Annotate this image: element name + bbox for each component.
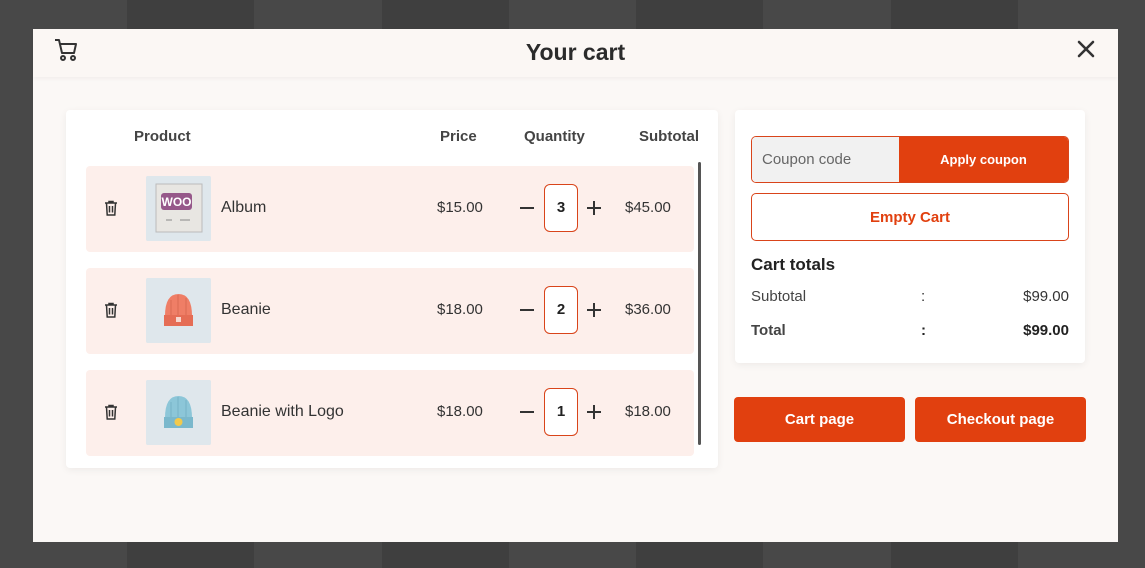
quantity-field[interactable]: 1 <box>544 388 578 436</box>
subtotal-row: Subtotal : $99.00 <box>751 288 1069 308</box>
product-name[interactable]: Album <box>221 199 266 217</box>
row-subtotal: $36.00 <box>625 301 671 318</box>
total-row: Total : $99.00 <box>751 322 1069 342</box>
table-scrollbar[interactable] <box>698 162 701 445</box>
coupon-input[interactable] <box>752 137 899 182</box>
plus-icon[interactable] <box>586 300 602 320</box>
cart-totals-panel: Apply coupon Empty Cart Cart totals Subt… <box>735 110 1085 363</box>
modal-title: Your cart <box>525 39 626 65</box>
header-quantity: Quantity <box>524 128 585 145</box>
coupon-form: Apply coupon <box>751 136 1069 183</box>
beanie-logo-thumbnail <box>146 380 211 445</box>
total-label: Total <box>751 322 786 339</box>
apply-coupon-button[interactable]: Apply coupon <box>899 137 1068 182</box>
cart-rows: WOO Album $15.00 3 $45.00 Beanie $18.00 … <box>86 166 694 468</box>
product-price: $15.00 <box>437 199 483 216</box>
total-value: $99.00 <box>1023 322 1069 339</box>
subtotal-separator: : <box>921 288 926 305</box>
trash-icon[interactable] <box>104 200 118 216</box>
beanie-thumbnail <box>146 278 211 343</box>
trash-icon[interactable] <box>104 302 118 318</box>
plus-icon[interactable] <box>586 198 602 218</box>
cart-modal: Your cart Product Price Quantity Subtota… <box>33 29 1118 542</box>
checkout-page-button[interactable]: Checkout page <box>915 397 1086 442</box>
cart-page-button[interactable]: Cart page <box>734 397 905 442</box>
close-icon[interactable] <box>1076 39 1096 59</box>
header-product: Product <box>134 128 191 145</box>
product-price: $18.00 <box>437 403 483 420</box>
album-thumbnail: WOO <box>146 176 211 241</box>
subtotal-label: Subtotal <box>751 288 807 305</box>
cart-table: Product Price Quantity Subtotal WOO Albu… <box>66 110 718 468</box>
svg-text:WOO: WOO <box>162 195 192 209</box>
cart-totals-title: Cart totals <box>751 255 836 274</box>
header-subtotal: Subtotal <box>639 128 699 145</box>
subtotal-value: $99.00 <box>1023 288 1069 305</box>
cart-row: WOO Album $15.00 3 $45.00 <box>86 166 694 252</box>
minus-icon[interactable] <box>519 402 535 422</box>
header-price: Price <box>440 128 477 145</box>
total-separator: : <box>921 322 926 339</box>
quantity-field[interactable]: 3 <box>544 184 578 232</box>
row-subtotal: $18.00 <box>625 403 671 420</box>
row-subtotal: $45.00 <box>625 199 671 216</box>
product-price: $18.00 <box>437 301 483 318</box>
product-name[interactable]: Beanie with Logo <box>221 403 344 421</box>
minus-icon[interactable] <box>519 300 535 320</box>
cart-row: Beanie with Logo $18.00 1 $18.00 <box>86 370 694 456</box>
trash-icon[interactable] <box>104 404 118 420</box>
quantity-field[interactable]: 2 <box>544 286 578 334</box>
product-name[interactable]: Beanie <box>221 301 271 319</box>
minus-icon[interactable] <box>519 198 535 218</box>
empty-cart-button[interactable]: Empty Cart <box>751 193 1069 241</box>
plus-icon[interactable] <box>586 402 602 422</box>
modal-header: Your cart <box>33 29 1118 77</box>
cart-row: Beanie $18.00 2 $36.00 <box>86 268 694 354</box>
